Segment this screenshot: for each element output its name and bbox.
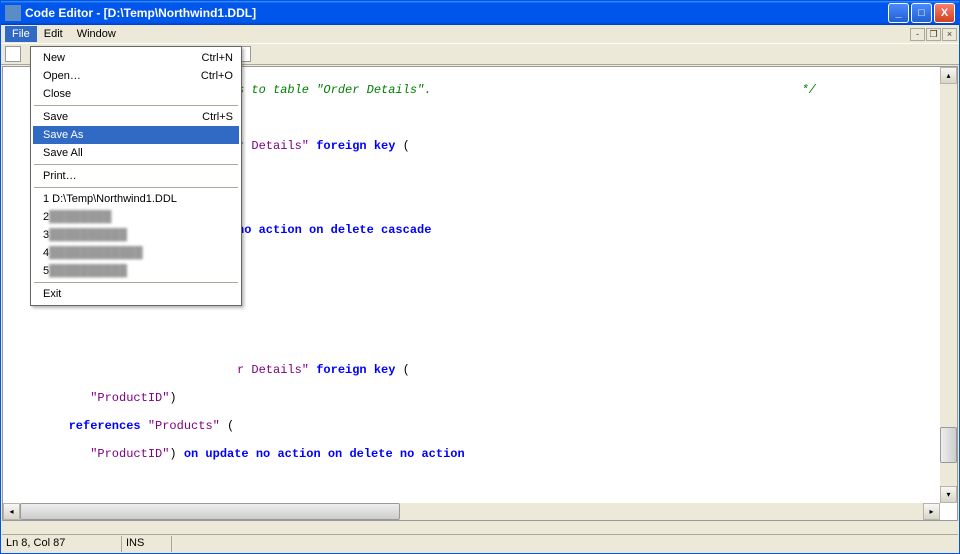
menu-item-recent-2[interactable]: 2 ████████ xyxy=(33,208,239,226)
menu-item-close[interactable]: Close xyxy=(33,85,239,103)
status-insert-mode: INS xyxy=(122,536,172,552)
close-button[interactable]: X xyxy=(934,3,955,23)
horizontal-scrollbar[interactable]: ◂ ▸ xyxy=(3,503,940,520)
menu-item-recent-5[interactable]: 5 ██████████ xyxy=(33,262,239,280)
menu-item-save-as[interactable]: Save As xyxy=(33,126,239,144)
app-icon xyxy=(5,5,21,21)
menu-item-new[interactable]: NewCtrl+N xyxy=(33,49,239,67)
mdi-restore-button[interactable]: ❐ xyxy=(926,28,941,41)
scroll-right-button[interactable]: ▸ xyxy=(923,503,940,520)
vertical-scrollbar[interactable]: ▴ ▾ xyxy=(940,67,957,503)
status-cursor-position: Ln 8, Col 87 xyxy=(2,536,122,552)
new-file-icon[interactable] xyxy=(5,46,21,62)
mdi-close-button[interactable]: × xyxy=(942,28,957,41)
menu-separator xyxy=(34,187,238,188)
minimize-button[interactable]: _ xyxy=(888,3,909,23)
statusbar: Ln 8, Col 87 INS xyxy=(2,534,958,552)
scroll-left-button[interactable]: ◂ xyxy=(3,503,20,520)
maximize-button[interactable]: □ xyxy=(911,3,932,23)
window-controls: _ □ X xyxy=(888,3,955,23)
scroll-up-button[interactable]: ▴ xyxy=(940,67,957,84)
window-title: Code Editor - [D:\Temp\Northwind1.DDL] xyxy=(25,6,256,20)
menu-edit[interactable]: Edit xyxy=(37,26,70,42)
scroll-thumb[interactable] xyxy=(20,503,400,520)
menu-item-save-all[interactable]: Save All xyxy=(33,144,239,162)
menu-item-recent-4[interactable]: 4 ████████████ xyxy=(33,244,239,262)
menu-separator xyxy=(34,105,238,106)
menu-item-exit[interactable]: Exit xyxy=(33,285,239,303)
file-menu-dropdown: NewCtrl+N Open…Ctrl+O Close SaveCtrl+S S… xyxy=(30,46,242,306)
titlebar[interactable]: Code Editor - [D:\Temp\Northwind1.DDL] _… xyxy=(1,1,959,25)
menubar: File Edit Window - ❐ × xyxy=(1,25,959,43)
menu-item-print[interactable]: Print… xyxy=(33,167,239,185)
mdi-controls: - ❐ × xyxy=(910,28,957,41)
scroll-down-button[interactable]: ▾ xyxy=(940,486,957,503)
app-window: Code Editor - [D:\Temp\Northwind1.DDL] _… xyxy=(0,0,960,554)
menu-window[interactable]: Window xyxy=(70,26,123,42)
menu-separator xyxy=(34,164,238,165)
menu-separator xyxy=(34,282,238,283)
menu-file[interactable]: File xyxy=(5,26,37,42)
mdi-minimize-button[interactable]: - xyxy=(910,28,925,41)
menu-item-recent-3[interactable]: 3 ██████████ xyxy=(33,226,239,244)
menu-item-recent-1[interactable]: 1 D:\Temp\Northwind1.DDL xyxy=(33,190,239,208)
menu-item-save[interactable]: SaveCtrl+S xyxy=(33,108,239,126)
menu-item-open[interactable]: Open…Ctrl+O xyxy=(33,67,239,85)
scroll-thumb[interactable] xyxy=(940,427,957,463)
